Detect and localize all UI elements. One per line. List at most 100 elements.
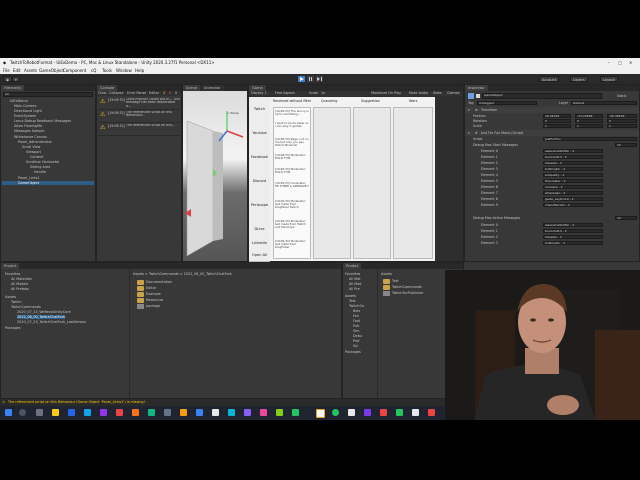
- tree-item[interactable]: Sim: [353, 329, 359, 333]
- tab-project[interactable]: Project: [1, 263, 20, 269]
- stats-toggle[interactable]: Stats: [433, 91, 442, 95]
- tab-hierarchy[interactable]: Hierarchy: [1, 85, 25, 91]
- script-component-header[interactable]: ▾ # Just For Fun Mono (Script): [465, 130, 639, 136]
- tree-item[interactable]: Favorites: [5, 272, 20, 276]
- layer-dropdown[interactable]: Default: [571, 101, 637, 105]
- file-item[interactable]: Test: [392, 279, 399, 283]
- hierarchy-item-selected[interactable]: GameObject: [2, 181, 94, 185]
- tree-item[interactable]: Packages: [345, 350, 361, 354]
- hierarchy-item[interactable]: Content: [30, 155, 44, 159]
- hierarchy-item[interactable]: Lorux Debug Readback Messages: [14, 119, 71, 123]
- taskbar-app-icon[interactable]: [396, 409, 403, 416]
- hierarchy-item[interactable]: Messages Sample: [14, 129, 44, 133]
- display-dropdown[interactable]: Display 1: [251, 91, 267, 95]
- position-z-field[interactable]: -56.36818: [607, 114, 637, 118]
- tree-item[interactable]: 2020_07_13_WeRevolUnityCore: [17, 310, 71, 314]
- menu-tools[interactable]: Tools: [102, 68, 112, 73]
- platform-button-discord[interactable]: Discord: [249, 169, 270, 194]
- console-errorpause-button[interactable]: Error Pause: [127, 91, 146, 95]
- platform-button-twitch[interactable]: Twitch: [249, 97, 270, 122]
- taskbar-app-icon[interactable]: [212, 409, 219, 416]
- element-field[interactable]: streelsa - 2: [543, 161, 603, 165]
- tag-dropdown[interactable]: Untagged: [477, 101, 537, 105]
- menu-component[interactable]: Component: [63, 68, 86, 73]
- platform-button-facebook[interactable]: Facebook: [249, 145, 270, 170]
- scale-x-field[interactable]: 1: [543, 124, 571, 128]
- console-clear-button[interactable]: Clear: [98, 91, 107, 95]
- menu-cq[interactable]: cQ: [91, 68, 96, 73]
- console-editor-dropdown[interactable]: Editor: [149, 91, 159, 95]
- tree-item[interactable]: All Mod: [349, 282, 361, 286]
- element-field[interactable]: whereslen - 2: [543, 191, 603, 195]
- tree-item[interactable]: All Models: [11, 282, 28, 286]
- taskbar-app-icon[interactable]: [84, 409, 91, 416]
- gizmos-toggle[interactable]: Gizmos: [447, 91, 460, 95]
- element-field[interactable]: buttonjkin - 2: [543, 241, 603, 245]
- hierarchy-item[interactable]: Directional Light: [14, 109, 42, 113]
- maximize-button[interactable]: □: [618, 60, 622, 65]
- console-log-count[interactable]: 0: [175, 91, 177, 95]
- windows-start-icon[interactable]: [5, 409, 12, 416]
- element-field[interactable]: nocolpie - 2: [543, 185, 603, 189]
- tree-item[interactable]: Test: [349, 299, 356, 303]
- file-item[interactable]: TwitchForPublisher: [392, 291, 423, 295]
- element-field[interactable]: bocoolot13 - 2: [543, 155, 603, 159]
- menu-window[interactable]: Window: [116, 68, 132, 73]
- element-field[interactable]: bocoolot13 - 2: [543, 229, 603, 233]
- tree-item[interactable]: Debu: [353, 334, 362, 338]
- taskbar-app-icon[interactable]: [148, 409, 155, 416]
- step-button[interactable]: [316, 76, 323, 82]
- minimize-button[interactable]: –: [608, 60, 610, 65]
- taskbar-app-icon[interactable]: [132, 409, 139, 416]
- console-warning-count[interactable]: 3: [163, 91, 165, 95]
- account-circle-icon[interactable]: ◉: [3, 76, 13, 82]
- platform-button-youtube[interactable]: Youtube: [249, 121, 270, 146]
- account-dropdown[interactable]: Account: [539, 76, 560, 82]
- menu-assets[interactable]: Assets: [24, 68, 37, 73]
- tree-item[interactable]: Assets: [345, 294, 356, 298]
- hierarchy-item[interactable]: Handle: [34, 170, 46, 174]
- scene-persp-label[interactable]: < Persp: [227, 111, 239, 115]
- platform-button-periscope[interactable]: Periscope: [249, 193, 270, 218]
- tree-item[interactable]: Packages: [5, 326, 21, 330]
- unity-taskbar-icon[interactable]: [348, 409, 355, 416]
- scene-viewport[interactable]: < Persp: [183, 91, 247, 261]
- mute-audio-toggle[interactable]: Mute Audio: [409, 91, 428, 95]
- layers-dropdown[interactable]: Layers: [570, 76, 588, 82]
- tree-item[interactable]: All Prefabs: [11, 287, 29, 291]
- element-field[interactable]: buttonjkin - 2: [543, 167, 603, 171]
- tree-item[interactable]: All Mat: [349, 277, 361, 281]
- taskbar-app-icon[interactable]: [180, 409, 187, 416]
- taskbar-app-icon[interactable]: [292, 409, 299, 416]
- project-breadcrumb[interactable]: Assets > TwitchCommands > 2022_08_00_Twi…: [133, 272, 232, 276]
- tree-item[interactable]: Sui: [353, 344, 358, 348]
- file-explorer-icon[interactable]: [52, 409, 59, 416]
- hierarchy-item[interactable]: Panel_Links1: [18, 176, 40, 180]
- tree-item[interactable]: Twitch: [11, 300, 22, 304]
- search-icon[interactable]: [19, 409, 26, 416]
- hierarchy-item[interactable]: Sliding Area: [30, 165, 50, 169]
- console-row[interactable]: ⚠ [19:09:32] The referenced script on th…: [98, 123, 180, 136]
- tree-item[interactable]: Font: [353, 319, 360, 323]
- taskbar-app-icon[interactable]: [332, 409, 339, 416]
- menu-gameobject[interactable]: GameObject: [39, 68, 64, 73]
- tree-item[interactable]: Prof: [353, 339, 360, 343]
- position-x-field[interactable]: 49.26316: [543, 114, 571, 118]
- tab-inspector[interactable]: Inspector: [465, 85, 488, 91]
- rotation-y-field[interactable]: 0: [575, 119, 603, 123]
- console-row[interactable]: ⚠ [19:09:30] Once-mWhich called but th..…: [98, 97, 180, 110]
- tree-item[interactable]: Bels: [353, 309, 360, 313]
- tree-item-selected[interactable]: 2022_08_00_TwitchChatFork: [17, 315, 66, 319]
- element-field[interactable]: galax_sayton10 - 2: [543, 197, 603, 201]
- taskbar-app-icon[interactable]: [244, 409, 251, 416]
- taskbar-app-icon[interactable]: [100, 409, 107, 416]
- cloud-dropdown-button[interactable]: ▾: [12, 76, 20, 82]
- hierarchy-item[interactable]: Scrollbar Horizontal: [26, 160, 59, 164]
- hierarchy-item[interactable]: Allow FlowingMe: [14, 124, 42, 128]
- start-messages-size-field[interactable]: 10: [615, 143, 637, 147]
- hierarchy-item[interactable]: UiExDemo: [10, 99, 28, 103]
- object-name-field[interactable]: GameObject: [482, 93, 602, 99]
- menu-edit[interactable]: Edit: [13, 68, 21, 73]
- element-field[interactable]: awesomeStuffer - 2: [543, 223, 603, 227]
- menu-help[interactable]: Help: [135, 68, 144, 73]
